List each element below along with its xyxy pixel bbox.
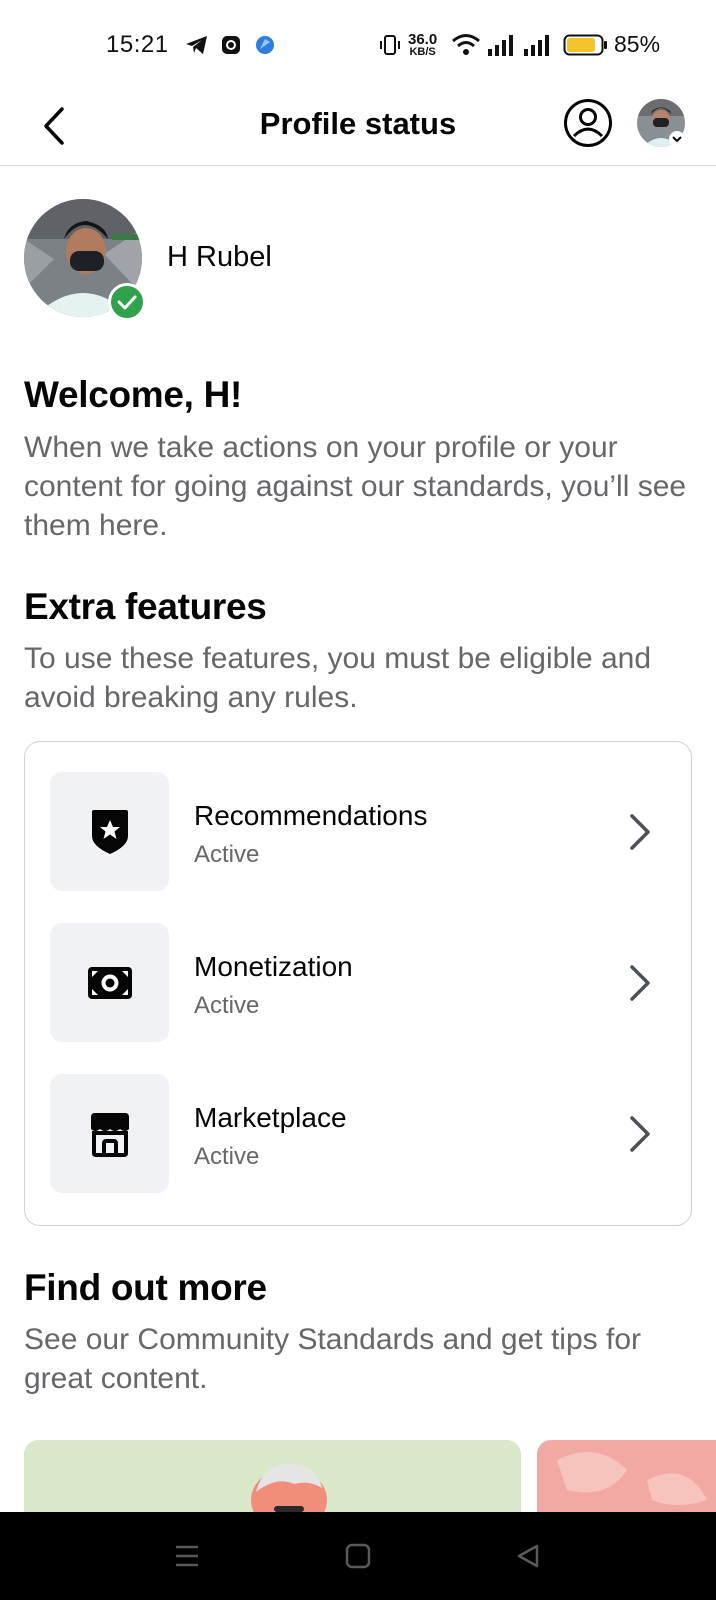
feature-icon-tile (50, 923, 169, 1042)
verified-badge (108, 283, 146, 321)
home-icon[interactable] (338, 1536, 378, 1576)
feature-name: Recommendations (194, 800, 428, 831)
browser-icon (252, 32, 278, 58)
chevron-right-icon (625, 961, 655, 1005)
extra-features-description: To use these features, you must be eligi… (24, 642, 652, 714)
avatar (637, 99, 685, 147)
feature-status: Active (194, 992, 260, 1019)
check-icon (117, 295, 137, 310)
welcome-heading: Welcome, H! (24, 374, 243, 415)
net-speed-unit: KB/S (409, 46, 436, 58)
profile-name[interactable]: H Rubel (167, 241, 272, 274)
account-menu-button[interactable] (636, 98, 686, 148)
find-out-more-heading: Find out more (24, 1267, 267, 1308)
profile-switch-button[interactable] (563, 98, 613, 148)
feature-icon-tile (50, 772, 169, 891)
telegram-icon (184, 32, 210, 58)
feature-status: Active (194, 841, 260, 868)
profile-switch-icon (564, 99, 612, 147)
feature-row-monetization[interactable]: Monetization Active (25, 923, 693, 1043)
status-time: 15:21 (106, 31, 169, 58)
battery-icon (562, 32, 610, 58)
system-nav-bar (0, 1512, 716, 1600)
wifi-icon (451, 32, 481, 58)
signal-icon (522, 32, 552, 58)
shop-icon (90, 1112, 129, 1157)
money-icon (87, 966, 132, 999)
feature-status: Active (194, 1143, 260, 1170)
feature-name: Monetization (194, 951, 353, 982)
back-triangle-icon[interactable] (508, 1536, 548, 1576)
chevron-right-icon (625, 1112, 655, 1156)
menu-icon[interactable] (167, 1536, 207, 1576)
battery-percent: 85% (614, 31, 661, 57)
top-app-bar: Profile status (0, 88, 716, 166)
signal-icon (486, 32, 516, 58)
feature-icon-tile (50, 1074, 169, 1193)
shield-star-icon (91, 809, 128, 854)
status-bar: 15:21 36.0 KB/S 85% (0, 0, 716, 88)
net-speed: 36.0 KB/S (408, 32, 437, 58)
extra-features-heading: Extra features (24, 586, 267, 627)
app-icon (218, 32, 244, 58)
chevron-right-icon (625, 810, 655, 854)
find-out-more-description: See our Community Standards and get tips… (24, 1323, 641, 1395)
feature-row-marketplace[interactable]: Marketplace Active (25, 1074, 693, 1194)
feature-name: Marketplace (194, 1102, 347, 1133)
net-speed-value: 36.0 (408, 31, 438, 48)
vibrate-icon (377, 32, 403, 58)
feature-row-recommendations[interactable]: Recommendations Active (25, 772, 693, 892)
welcome-description: When we take actions on your profile or … (24, 431, 687, 542)
extra-features-card: Recommendations Active Monetization Acti… (24, 741, 692, 1226)
